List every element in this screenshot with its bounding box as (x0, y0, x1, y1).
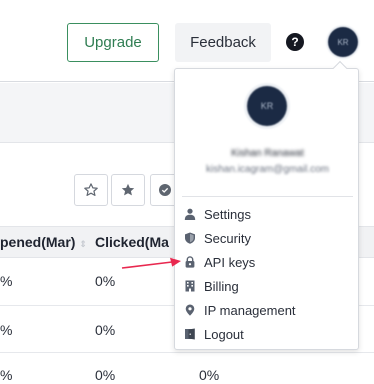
help-icon[interactable]: ? (286, 33, 304, 51)
column-header-clicked[interactable]: Clicked(Ma (95, 234, 169, 250)
menu-item-label: Security (204, 230, 251, 246)
user-menu-dropdown: KR Kishan Ranawat kishan.icagram@gmail.c… (174, 60, 360, 350)
table-cell: % (0, 367, 13, 383)
menu-item-api-keys[interactable]: API keys (175, 250, 360, 274)
table-cell: 0% (95, 367, 116, 383)
menu-item-label: Settings (204, 206, 251, 222)
menu-item-logout[interactable]: Logout (175, 322, 360, 346)
menu-item-label: Billing (204, 278, 239, 294)
menu-item-ip-management[interactable]: IP management (175, 298, 360, 322)
menu-item-label: Logout (204, 326, 244, 342)
shield-icon (185, 232, 195, 244)
menu-divider (182, 196, 353, 197)
feedback-button[interactable]: Feedback (175, 23, 271, 62)
row-divider (0, 352, 374, 353)
column-header-opened[interactable]: pened(Mar) ⇕ (0, 234, 87, 250)
table-cell: 0% (95, 273, 116, 289)
upgrade-button[interactable]: Upgrade (67, 23, 159, 62)
star-filled-button[interactable] (111, 174, 145, 206)
star-outline-icon (84, 183, 98, 196)
lock-icon (185, 256, 195, 268)
menu-item-label: API keys (204, 254, 256, 270)
table-cell: % (0, 322, 13, 338)
user-email: kishan.icagram@gmail.com (206, 164, 329, 175)
user-avatar: KR (247, 86, 287, 126)
menu-item-billing[interactable]: Billing (175, 274, 360, 298)
star-outline-button[interactable] (74, 174, 108, 206)
user-icon (184, 208, 196, 220)
menu-item-settings[interactable]: Settings (175, 202, 360, 226)
user-name: Kishan Ranawat (231, 148, 304, 159)
table-cell: 0% (95, 322, 116, 338)
logout-icon (185, 328, 195, 340)
sort-icon[interactable]: ⇕ (79, 239, 87, 249)
check-circle-icon (159, 184, 171, 196)
menu-item-label: IP management (204, 302, 296, 318)
annotation-arrow-icon (121, 257, 181, 269)
menu-item-security[interactable]: Security (175, 226, 360, 250)
table-cell: % (0, 273, 13, 289)
location-pin-icon (185, 304, 195, 316)
avatar[interactable]: KR (328, 27, 358, 57)
table-cell: 0% (199, 367, 220, 383)
star-filled-icon (121, 183, 135, 196)
building-icon (185, 280, 195, 292)
